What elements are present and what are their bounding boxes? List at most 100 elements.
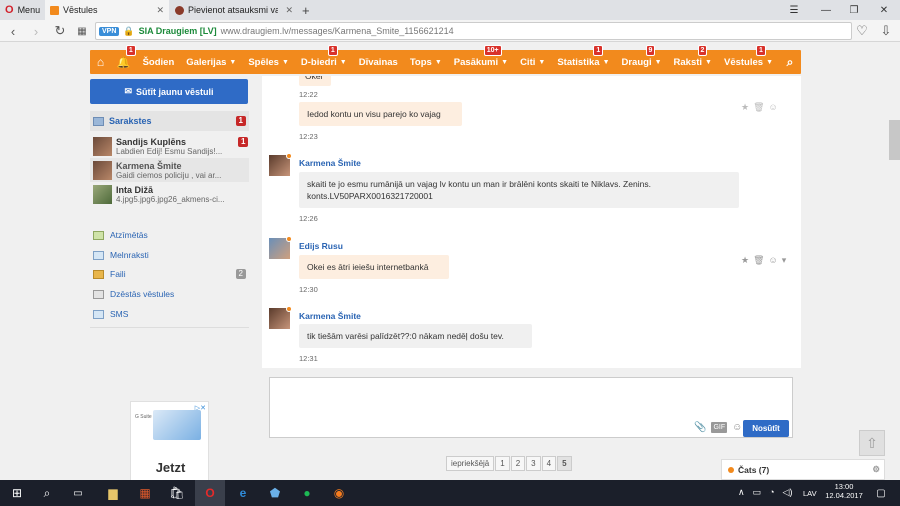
sender-name[interactable]: Karmena Šmite: [299, 311, 361, 321]
message-bubble: skaiti te jo esmu rumānijā un vajag lv k…: [299, 172, 739, 208]
files-icon: [93, 269, 104, 279]
sidebar-item-sarakstes[interactable]: Sarakstes 1: [90, 111, 249, 131]
page-button[interactable]: 2: [510, 456, 526, 471]
app-icon[interactable]: ⬟: [260, 480, 290, 506]
gear-icon[interactable]: ⚙: [872, 464, 880, 475]
tab-vestules[interactable]: Vēstules ✕: [45, 0, 169, 20]
ad-banner[interactable]: ▷✕ G Suite Jetzt beginnen: [130, 401, 209, 480]
spotify-icon[interactable]: ●: [292, 480, 322, 506]
caret-down-icon: ▼: [229, 58, 237, 66]
vpn-badge[interactable]: VPN: [99, 26, 120, 36]
new-message-button[interactable]: ✉ Sūtīt jaunu vēstuli: [90, 79, 248, 104]
firefox-icon[interactable]: ◉: [324, 480, 354, 506]
conversation-item[interactable]: Karmena Šmite Gaidi ciemos policiju , va…: [90, 158, 249, 182]
language-indicator[interactable]: LAV: [803, 489, 817, 498]
gif-icon[interactable]: GIF: [711, 422, 728, 433]
message-composer[interactable]: 📎 GIF ☺ Nosūtīt: [269, 377, 793, 438]
url-field[interactable]: VPN 🔒 SIA Draugiem [LV] www.draugiem.lv/…: [95, 22, 852, 40]
caret-down-icon: ▼: [339, 58, 347, 66]
nav-label: Vēstules: [723, 56, 764, 68]
chat-bar[interactable]: Čats (7) ⚙: [721, 459, 885, 480]
maximize-icon[interactable]: ❐: [840, 0, 868, 20]
heart-icon[interactable]: ♡: [852, 20, 872, 42]
store-icon[interactable]: 🛍: [162, 480, 192, 506]
tab-menu-icon[interactable]: ☰: [780, 0, 808, 20]
nav-label: Šodien: [142, 56, 175, 68]
prev-page-button[interactable]: iepriekšējā: [446, 456, 495, 471]
emoji-icon[interactable]: ☺: [769, 102, 778, 113]
more-caret-icon[interactable]: ▾: [782, 255, 787, 266]
clock[interactable]: 13:00 12.04.2017: [822, 482, 866, 500]
page-button[interactable]: 4: [541, 456, 557, 471]
close-tab-icon[interactable]: ✕: [285, 5, 293, 16]
nav-item-pasakumi[interactable]: Pasākumi ▼ 10+: [448, 45, 514, 74]
nav-item-galerijas[interactable]: Galerijas ▼: [180, 50, 242, 74]
opera-taskbar-icon[interactable]: O: [195, 480, 225, 506]
minimize-icon[interactable]: —: [812, 0, 840, 20]
back-icon[interactable]: ‹: [3, 20, 23, 42]
nav-item-vestules[interactable]: Vēstules ▼ 1: [718, 45, 779, 74]
battery-icon[interactable]: ▭: [753, 487, 762, 498]
nav-item-d-biedri[interactable]: D-biedri ▼ 1: [295, 45, 353, 74]
ad-brand: G Suite: [135, 414, 152, 420]
emoji-icon[interactable]: ☺: [769, 255, 778, 266]
opera-menu-button[interactable]: O Menu: [0, 0, 44, 20]
sidebar-item-faili[interactable]: Faili 2: [90, 265, 249, 283]
starred-icon: [93, 230, 104, 240]
nav-item-sodien[interactable]: Šodien: [137, 50, 181, 74]
star-icon[interactable]: ★: [741, 102, 749, 113]
sender-name[interactable]: Edijs Rusu: [299, 241, 343, 251]
close-tab-icon[interactable]: ✕: [156, 5, 164, 16]
trash-icon[interactable]: 🗑: [753, 255, 764, 266]
network-icon[interactable]: ◔: [769, 487, 774, 498]
home-icon[interactable]: ⌂: [90, 50, 111, 74]
notifications-bell-icon[interactable]: 🔔 1: [111, 45, 137, 74]
current-page-button[interactable]: 5: [557, 456, 572, 471]
file-explorer-icon[interactable]: ▆: [98, 480, 128, 506]
conversation-item[interactable]: Sandijs Kuplēns Labdien Edij! Esmu Sandi…: [90, 134, 249, 158]
page-scrollbar[interactable]: [889, 120, 900, 160]
sidebar-item-melnraksti[interactable]: Melnraksti: [90, 246, 249, 264]
message-time: 12:26: [299, 214, 318, 223]
reload-icon[interactable]: ↻: [50, 20, 70, 42]
nav-item-raksti[interactable]: Raksti ▼ 2: [668, 45, 718, 74]
nav-item-divainas[interactable]: Dīvainas: [353, 50, 404, 74]
pagination: iepriekšējā 1 2 3 4 5: [446, 456, 572, 471]
task-view-icon[interactable]: ▭: [63, 480, 93, 506]
nav-item-speles[interactable]: Spēles ▼: [242, 50, 295, 74]
action-center-icon[interactable]: ▢: [866, 480, 896, 506]
nav-label: Tops: [409, 56, 432, 68]
nav-item-tops[interactable]: Tops ▼: [404, 50, 448, 74]
scroll-top-icon[interactable]: ⇧: [859, 430, 885, 456]
edge-icon[interactable]: e: [228, 480, 258, 506]
send-button[interactable]: Nosūtīt: [743, 420, 789, 437]
sender-name[interactable]: Karmena Šmite: [299, 158, 361, 168]
forward-icon[interactable]: ›: [26, 20, 46, 42]
close-window-icon[interactable]: ✕: [870, 0, 898, 20]
attach-icon[interactable]: 📎: [694, 422, 706, 433]
search-icon[interactable]: ⌕: [779, 50, 801, 74]
online-dot: [286, 153, 292, 159]
nav-item-draugi[interactable]: Draugi ▼ 9: [616, 45, 668, 74]
search-icon[interactable]: ⌕: [32, 480, 62, 506]
volume-icon[interactable]: ◁): [783, 487, 793, 498]
app-icon[interactable]: ▦: [130, 480, 160, 506]
nav-item-statistika[interactable]: Statistika ▼ 1: [551, 45, 615, 74]
speed-dial-icon[interactable]: ▦: [72, 20, 92, 42]
sidebar-item-atzimetas[interactable]: Atzīmētās: [90, 226, 249, 244]
sidebar-item-dzestas[interactable]: Dzēstās vēstules: [90, 285, 249, 303]
emoji-icon[interactable]: ☺: [732, 422, 742, 433]
download-icon[interactable]: ⇩: [876, 20, 896, 42]
page-button[interactable]: 3: [526, 456, 541, 471]
sidebar-item-sms[interactable]: SMS: [90, 305, 249, 323]
conversation-item[interactable]: Inta Dižā 4.jpg5.jpg6.jpg26_akmens-ci...: [90, 182, 249, 206]
star-icon[interactable]: ★: [741, 255, 749, 266]
trash-icon[interactable]: 🗑: [753, 102, 764, 113]
chevron-up-icon[interactable]: ∧: [738, 487, 745, 498]
nav-item-citi[interactable]: Citi ▼: [514, 50, 551, 74]
windows-start-icon[interactable]: ⊞: [2, 480, 32, 506]
message-bubble: Okei es ātri ieiešu internetbankā: [299, 255, 449, 279]
new-tab-button[interactable]: +: [302, 0, 310, 20]
page-button[interactable]: 1: [495, 456, 510, 471]
tab-feedback[interactable]: Pievienot atsauksmi vai sū ✕: [170, 0, 298, 20]
